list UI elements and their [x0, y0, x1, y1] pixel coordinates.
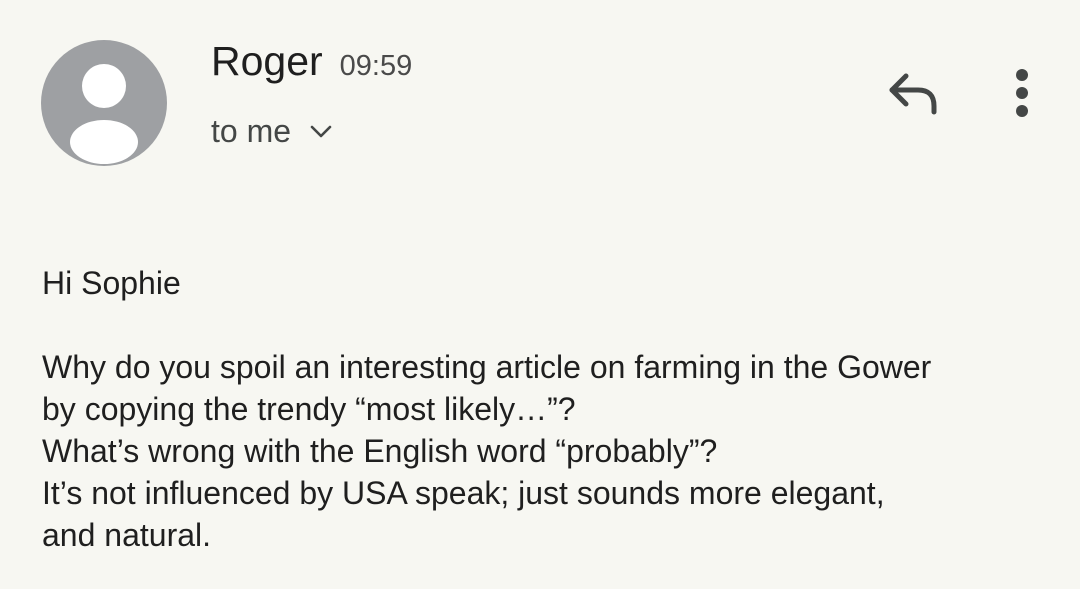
- sender-line: Roger 09:59: [211, 38, 412, 94]
- email-header: Roger 09:59 to me: [0, 0, 1080, 200]
- message-time: 09:59: [339, 50, 413, 82]
- sender-avatar[interactable]: [41, 40, 167, 166]
- message-body: Hi Sophie Why do you spoil an interestin…: [42, 262, 1062, 556]
- message-line: What’s wrong with the English word “prob…: [42, 433, 718, 469]
- chevron-down-icon: [309, 119, 333, 143]
- reply-button[interactable]: [880, 66, 944, 122]
- message-greeting: Hi Sophie: [42, 265, 181, 301]
- message-line: Why do you spoil an interesting article …: [42, 349, 932, 385]
- more-vert-icon: [1016, 69, 1028, 117]
- recipient-details-toggle[interactable]: to me: [211, 108, 333, 154]
- more-options-button[interactable]: [1000, 62, 1044, 126]
- reply-icon: [889, 73, 937, 115]
- message-line: It’s not influenced by USA speak; just s…: [42, 475, 885, 511]
- message-line: and natural.: [42, 517, 212, 553]
- recipient-label: to me: [211, 112, 292, 149]
- message-line: by copying the trendy “most likely…”?: [42, 391, 576, 427]
- sender-name: Roger: [211, 38, 323, 84]
- person-icon: [70, 64, 138, 164]
